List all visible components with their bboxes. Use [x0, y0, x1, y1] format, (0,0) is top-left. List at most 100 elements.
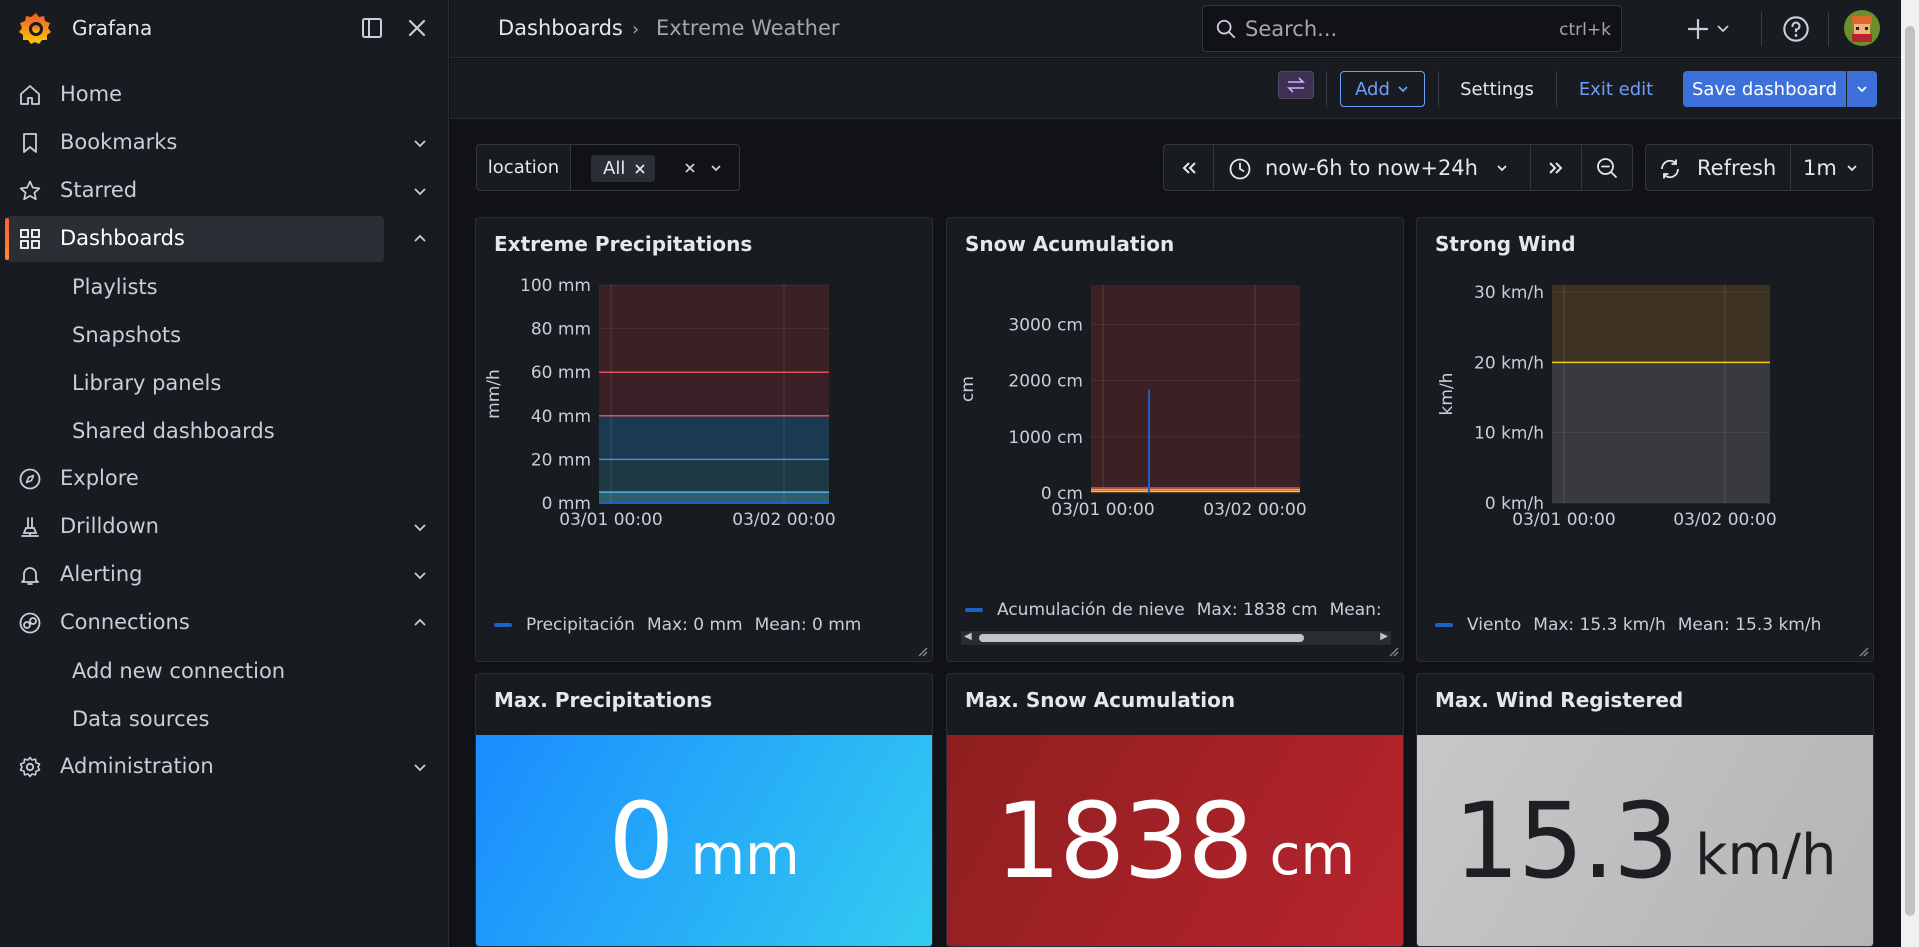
y-axis-label: cm	[958, 376, 978, 402]
add-button[interactable]: Add	[1340, 71, 1425, 107]
clear-icon[interactable]	[683, 161, 697, 175]
page-scrollbar[interactable]	[1901, 0, 1919, 947]
breadcrumb-dashboards[interactable]: Dashboards	[498, 16, 623, 40]
sidebar-item-starred[interactable]: Starred	[6, 168, 384, 214]
wind-chart: 0 km/h10 km/h20 km/h30 km/h03/01 00:00 03…	[1437, 283, 1777, 530]
refresh-label: Refresh	[1697, 156, 1777, 180]
chevron-up-icon[interactable]	[410, 613, 430, 633]
brand[interactable]: Grafana	[18, 10, 152, 46]
stat-value: 15.3	[1453, 779, 1680, 902]
sidebar-subitem-playlists[interactable]: Playlists	[72, 275, 158, 299]
legend-mean: Mean:	[1329, 600, 1382, 620]
stat-background: 1838 cm	[947, 735, 1403, 946]
dock-menu-icon[interactable]	[360, 16, 384, 40]
sidebar-item-label: Administration	[60, 754, 214, 778]
sidebar-subitem-shared-dashboards[interactable]: Shared dashboards	[72, 419, 275, 443]
refresh-button[interactable]: Refresh	[1645, 144, 1791, 191]
sidebar-item-home[interactable]: Home	[6, 72, 384, 118]
resize-handle-icon[interactable]	[916, 645, 928, 657]
legend-series-name[interactable]: Viento	[1467, 615, 1521, 635]
sidebar-item-label: Alerting	[60, 562, 143, 586]
clock-icon	[1229, 158, 1251, 180]
sidebar-subitem-add-new-connection[interactable]: Add new connection	[72, 659, 285, 683]
scroll-left-icon[interactable]: ◀	[964, 631, 972, 642]
cog-icon	[19, 756, 41, 778]
new-menu-button[interactable]	[1687, 15, 1736, 43]
y-tick-label: 100 mm	[520, 276, 591, 296]
resize-handle-icon[interactable]	[1387, 645, 1399, 657]
time-shift-forward-button[interactable]	[1530, 144, 1582, 191]
time-range-picker[interactable]: now-6h to now+24h	[1213, 144, 1531, 191]
page-scrollbar-thumb[interactable]	[1905, 26, 1915, 916]
sidebar-item-label: Explore	[60, 466, 139, 490]
panel-title: Max. Wind Registered	[1435, 688, 1684, 712]
exit-edit-button[interactable]: Exit edit	[1570, 71, 1662, 107]
resize-handle-icon[interactable]	[1857, 645, 1869, 657]
sidebar-item-administration[interactable]: Administration	[6, 744, 384, 790]
chevron-down-icon[interactable]	[410, 757, 430, 777]
search-icon	[1216, 19, 1236, 39]
y-axis-label: km/h	[1437, 373, 1457, 416]
chevron-down-icon[interactable]	[709, 161, 723, 175]
legend-max: Max: 15.3 km/h	[1533, 615, 1666, 635]
chevron-down-icon[interactable]	[410, 181, 430, 201]
settings-button[interactable]: Settings	[1452, 71, 1542, 107]
legend-max: Max: 0 mm	[646, 615, 743, 635]
top-bar: Dashboards › Extreme Weather Search... c…	[450, 0, 1919, 58]
time-range-label: now-6h to now+24h	[1265, 156, 1478, 180]
refresh-interval-label: 1m	[1803, 156, 1837, 180]
y-tick-label: 30 km/h	[1474, 283, 1544, 303]
refresh-interval-picker[interactable]: 1m	[1790, 144, 1873, 191]
stat-unit: km/h	[1695, 823, 1837, 888]
scroll-right-icon[interactable]: ▶	[1380, 631, 1388, 642]
chevron-down-icon[interactable]	[410, 517, 430, 537]
panel-max-precipitations[interactable]: Max. Precipitations 0 mm	[475, 673, 933, 947]
chevron-down-icon[interactable]	[410, 565, 430, 585]
avatar[interactable]	[1844, 10, 1880, 46]
sidebar-item-bookmarks[interactable]: Bookmarks	[6, 120, 384, 166]
panel-strong-wind[interactable]: Strong Wind 0 km/h 10 km/h 20 km/h 30 km/h 0…	[1416, 217, 1874, 662]
legend-series-name[interactable]: Acumulación de nieve	[997, 600, 1185, 620]
chevron-up-icon[interactable]	[410, 229, 430, 249]
compass-icon	[19, 468, 41, 490]
remove-chip-icon[interactable]	[633, 162, 647, 176]
save-dashboard-button[interactable]: Save dashboard	[1683, 71, 1846, 107]
sidebar-item-alerting[interactable]: Alerting	[6, 552, 384, 598]
sidebar-item-drilldown[interactable]: Drilldown	[6, 504, 384, 550]
chevron-down-icon[interactable]	[410, 133, 430, 153]
legend-series-name[interactable]: Precipitación	[526, 615, 635, 635]
threshold-band	[1552, 285, 1770, 363]
x-tick-label: 03/02 00:00	[1203, 500, 1306, 520]
help-icon[interactable]	[1782, 15, 1810, 43]
sidebar-item-connections[interactable]: Connections	[6, 600, 384, 646]
stat-background: 0 mm	[476, 735, 932, 946]
search-shortcut: ctrl+k	[1559, 20, 1611, 40]
sidebar-subitem-library-panels[interactable]: Library panels	[72, 371, 221, 395]
location-variable-select[interactable]: All	[570, 144, 740, 191]
y-tick-label: 40 mm	[531, 407, 591, 427]
angle-double-left-icon	[1182, 161, 1196, 174]
panel-max-snow-acumulation[interactable]: Max. Snow Acumulation 1838 cm	[946, 673, 1404, 947]
chevron-down-icon	[1398, 86, 1408, 93]
search-input[interactable]: Search... ctrl+k	[1202, 5, 1622, 52]
x-tick-label: 03/01 00:00	[1512, 510, 1615, 530]
legend-swatch	[965, 608, 983, 612]
zoom-out-button[interactable]	[1581, 144, 1633, 191]
divider	[1761, 12, 1762, 46]
panel-snow-acumulation[interactable]: Snow Acumulation 0 cm 1000 cm 2000 cm 3000 …	[946, 217, 1404, 662]
close-menu-icon[interactable]	[405, 16, 429, 40]
panel-extreme-precipitations[interactable]: Extreme Precipitations 0 mm 20 mm 40 mm 60 …	[475, 217, 933, 662]
legend-scrollbar[interactable]: ◀ ▶	[961, 631, 1391, 645]
sidebar-subitem-data-sources[interactable]: Data sources	[72, 707, 210, 731]
apps-icon	[20, 229, 40, 249]
divider	[1326, 71, 1327, 107]
time-shift-back-button[interactable]	[1163, 144, 1214, 191]
switch-mode-button[interactable]	[1278, 71, 1314, 99]
legend-mean: Mean: 15.3 km/h	[1677, 615, 1822, 635]
panel-max-wind-registered[interactable]: Max. Wind Registered 15.3 km/h	[1416, 673, 1874, 947]
sidebar-subitem-snapshots[interactable]: Snapshots	[72, 323, 181, 347]
save-options-button[interactable]	[1847, 71, 1877, 107]
legend-scrollbar-thumb[interactable]	[979, 634, 1304, 642]
sidebar-item-explore[interactable]: Explore	[6, 456, 384, 502]
sidebar-item-dashboards[interactable]: Dashboards	[5, 216, 384, 262]
